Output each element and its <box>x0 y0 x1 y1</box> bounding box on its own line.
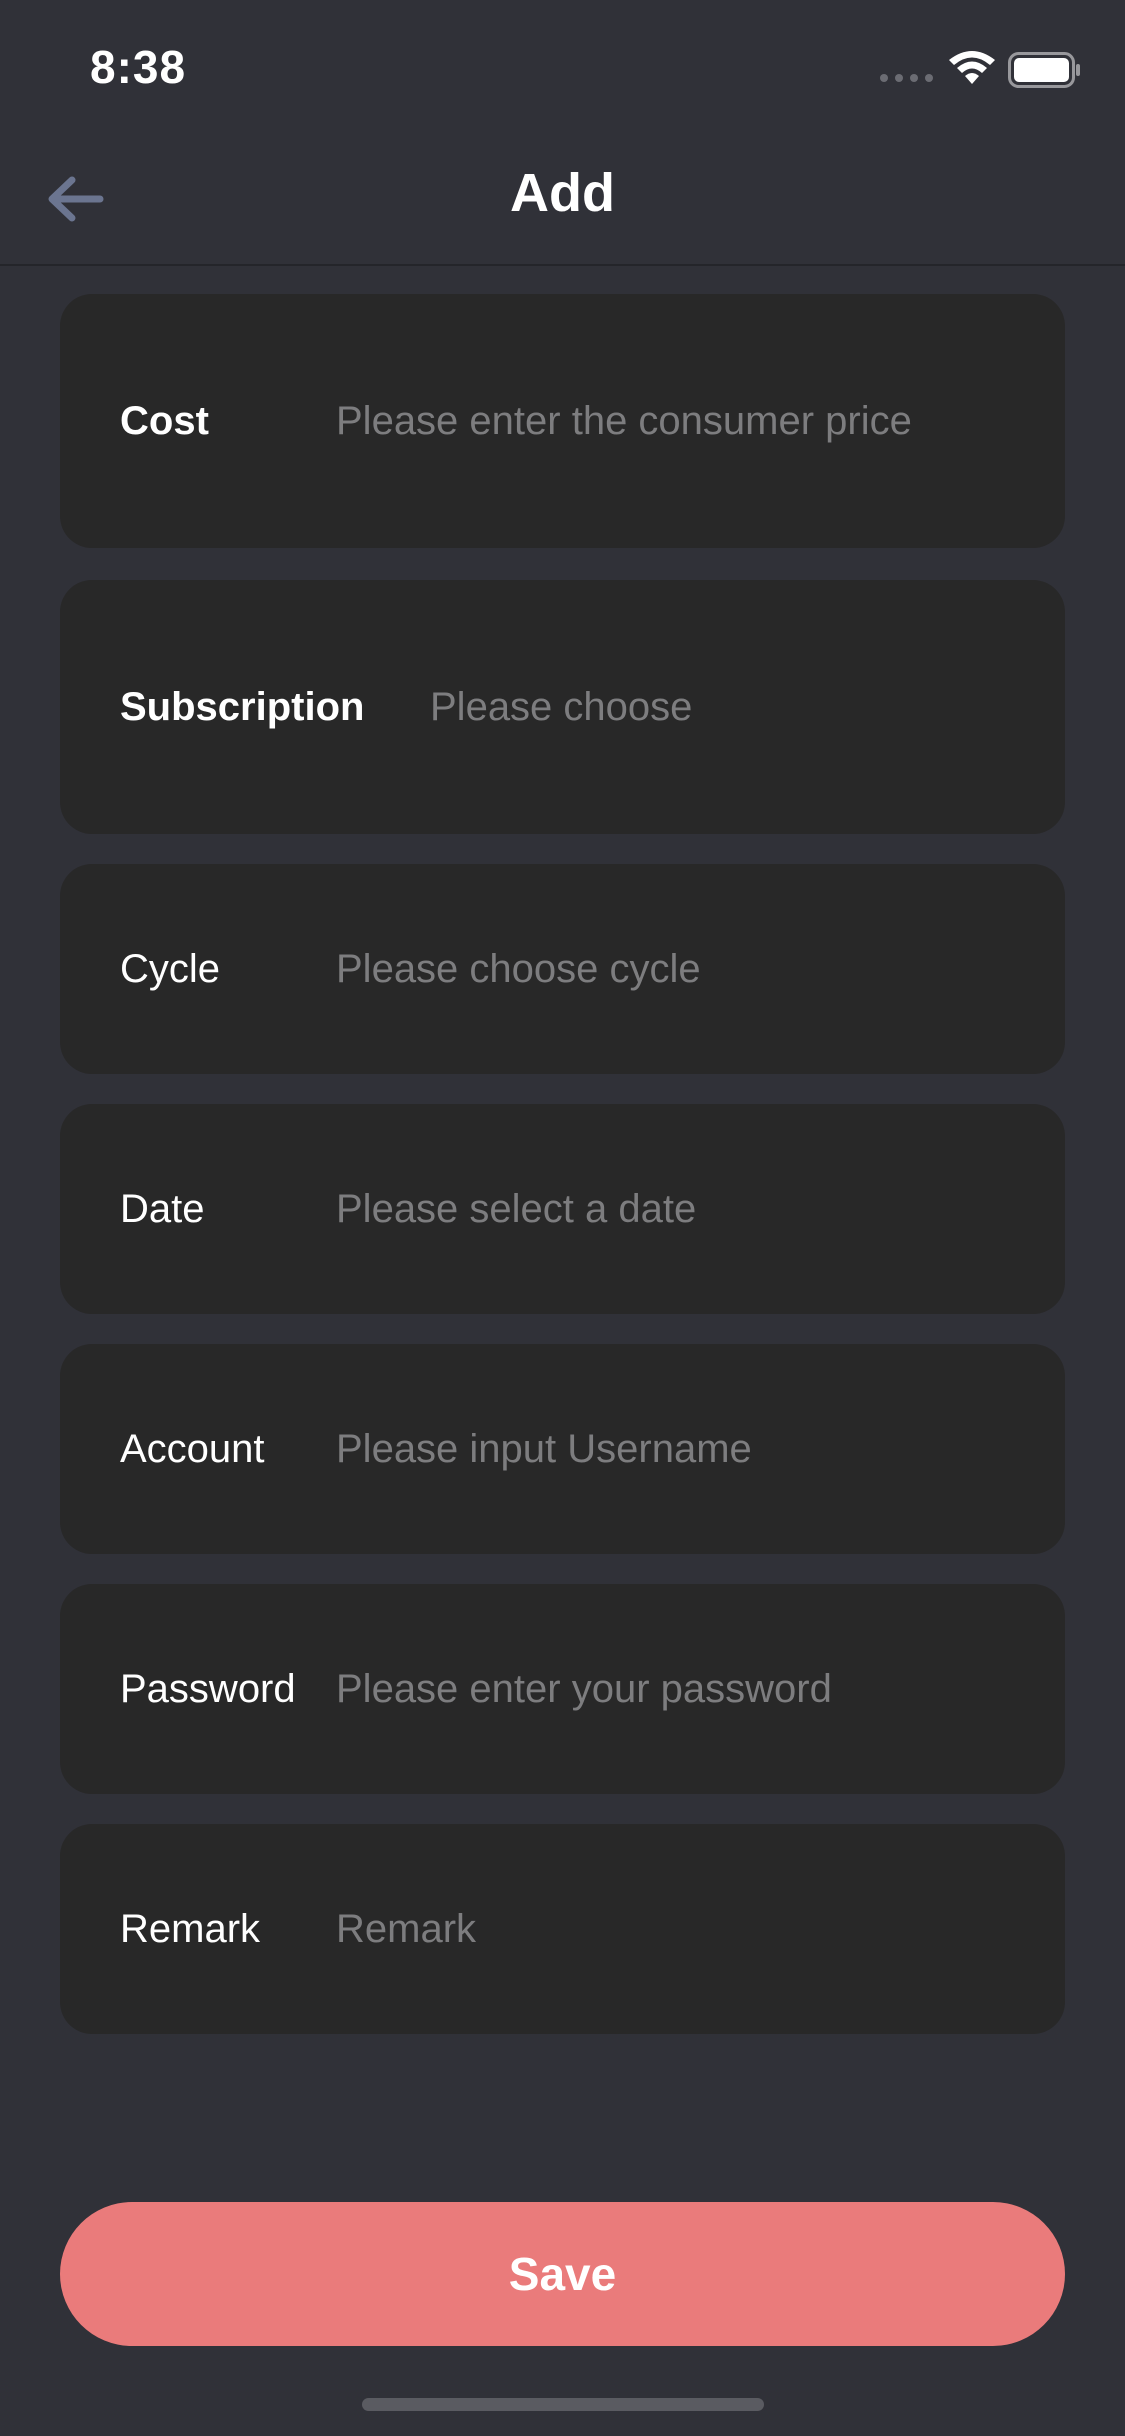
remark-row[interactable]: Remark <box>60 1824 1065 2034</box>
status-bar: 8:38 <box>0 0 1125 132</box>
cellular-signal-icon <box>880 74 933 82</box>
account-input[interactable] <box>336 1419 1056 1479</box>
remark-label: Remark <box>120 1906 261 1951</box>
password-input[interactable] <box>336 1659 1056 1719</box>
cycle-label: Cycle <box>120 946 221 991</box>
home-indicator[interactable] <box>362 2398 764 2411</box>
save-button[interactable]: Save <box>60 2202 1065 2346</box>
password-row[interactable]: Password <box>60 1584 1065 1794</box>
subscription-select[interactable] <box>430 677 1125 737</box>
cycle-select[interactable] <box>336 939 1056 999</box>
cost-row[interactable]: Cost <box>60 294 1065 548</box>
status-time: 8:38 <box>90 41 187 93</box>
subscription-row[interactable]: Subscription <box>60 580 1125 834</box>
wifi-icon <box>949 51 995 84</box>
remark-input[interactable] <box>336 1899 1056 1959</box>
add-screen: 8:38 Add Cost Subscription <box>0 0 1125 2436</box>
cost-label: Cost <box>120 398 209 443</box>
date-row[interactable]: Date <box>60 1104 1065 1314</box>
password-label: Password <box>120 1666 296 1711</box>
account-row[interactable]: Account <box>60 1344 1065 1554</box>
navigation-bar: Add <box>0 132 1125 266</box>
cycle-row[interactable]: Cycle <box>60 864 1065 1074</box>
account-label: Account <box>120 1426 265 1471</box>
date-label: Date <box>120 1186 205 1231</box>
date-picker-field[interactable] <box>336 1179 1056 1239</box>
battery-icon <box>1008 52 1080 88</box>
subscription-label: Subscription <box>120 684 365 729</box>
page-title: Add <box>510 163 615 223</box>
cost-input[interactable] <box>336 391 1056 451</box>
